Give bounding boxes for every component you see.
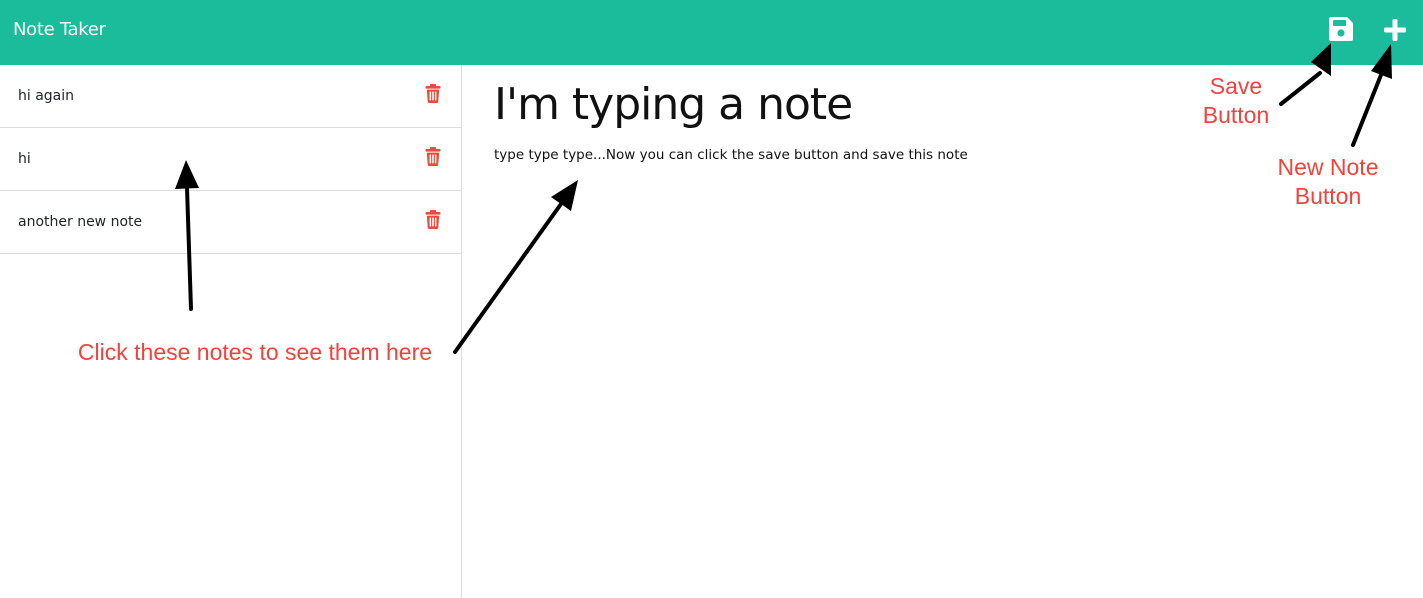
- save-icon[interactable]: [1328, 16, 1354, 42]
- save-annotation-line-2: Button: [1202, 102, 1270, 128]
- list-item[interactable]: hi again: [0, 65, 461, 128]
- note-title[interactable]: another new note: [18, 212, 142, 232]
- notes-hint-annotation: Click these notes to see them here: [77, 339, 433, 365]
- navbar: Note Taker: [0, 0, 1423, 65]
- trash-icon[interactable]: [425, 84, 441, 103]
- note-title[interactable]: hi again: [18, 86, 74, 106]
- note-list: hi again hi another new note: [0, 65, 461, 254]
- save-annotation-line-1: Save: [1209, 73, 1263, 99]
- plus-icon[interactable]: [1381, 16, 1409, 44]
- note-editor: type type type...Now you can click the s…: [462, 65, 1423, 598]
- notes-sidebar: hi again hi another new note: [0, 65, 462, 598]
- note-title[interactable]: hi: [18, 149, 31, 169]
- list-item[interactable]: hi: [0, 128, 461, 191]
- new-note-annotation-line-2: Button: [1294, 183, 1362, 209]
- note-body-textarea[interactable]: type type type...Now you can click the s…: [494, 145, 1374, 445]
- app-brand[interactable]: Note Taker: [13, 18, 106, 42]
- trash-icon[interactable]: [425, 210, 441, 229]
- note-title-input[interactable]: [494, 77, 1094, 133]
- trash-icon[interactable]: [425, 147, 441, 166]
- new-note-button-annotation: New Note Button: [1263, 153, 1393, 211]
- save-button-annotation: Save Button: [1186, 72, 1286, 130]
- list-item[interactable]: another new note: [0, 191, 461, 254]
- new-note-annotation-line-1: New Note: [1277, 154, 1379, 180]
